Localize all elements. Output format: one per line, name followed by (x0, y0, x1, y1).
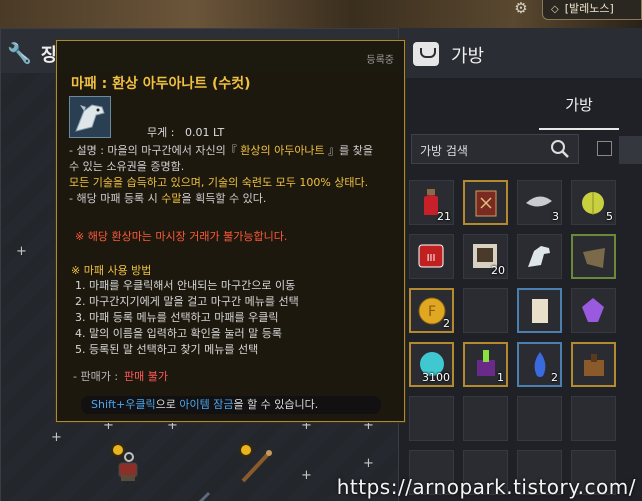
bag-search-placeholder: 가방 검색 (420, 144, 468, 158)
fish-icon (526, 196, 552, 207)
horse-icon (69, 96, 111, 138)
slot-quantity: 1 (497, 371, 504, 384)
gear-icon[interactable]: ⚙ (510, 0, 532, 18)
plus-icon: + (363, 456, 374, 471)
bag-slot[interactable] (571, 288, 616, 333)
weight-label: 무게 : (147, 126, 175, 139)
earring-item[interactable] (105, 443, 149, 487)
slot-quantity: 3100 (422, 371, 450, 384)
bag-slot[interactable] (463, 180, 508, 225)
server-tag: ◇ [발레노스] (542, 0, 642, 20)
usage-title: ※ 마패 사용 방법 (71, 264, 152, 277)
usage-step: 1. 마패를 우클릭해서 안내되는 마구간으로 이동 (75, 279, 296, 292)
knife-item[interactable] (179, 479, 223, 501)
bag-slot[interactable]: 20 (463, 234, 508, 279)
bag-search-input[interactable]: 가방 검색 (411, 134, 579, 164)
bag-filter-checkbox[interactable] (597, 141, 612, 156)
bag-slot[interactable]: 5 (571, 180, 616, 225)
usage-step: 4. 말의 이름을 입력하고 확인을 눌러 말 등록 (75, 327, 283, 340)
bag-slot[interactable]: F2 (409, 288, 454, 333)
item-weight: 무게 : 0.01 LT (147, 124, 224, 140)
watermark: https://arnopark.tistory.com/ (336, 475, 636, 499)
bag-filter-button[interactable] (619, 136, 642, 164)
trade-warning: ※ 해당 환상마는 마시장 거래가 불가능합니다. (75, 230, 288, 243)
bag-slot[interactable] (517, 288, 562, 333)
rank-badge (239, 443, 253, 457)
hint-text: 으로 (155, 398, 180, 411)
weight-value: 0.01 LT (184, 126, 225, 139)
gem-icon (582, 298, 604, 322)
bag-slot[interactable] (571, 342, 616, 387)
book-icon (475, 190, 497, 217)
sell-price-label: - 판매가 : (73, 370, 119, 383)
desc-text: 』를 찾을 (324, 144, 374, 157)
bag-slot[interactable]: 21 (409, 180, 454, 225)
bundle-icon (584, 354, 604, 376)
tab-bag[interactable]: 가방 (539, 90, 619, 130)
svg-text:F: F (428, 304, 436, 320)
horse-icon (528, 246, 550, 267)
diamond-icon: ◇ (551, 4, 559, 15)
slot-quantity: 2 (551, 371, 558, 384)
search-icon[interactable] (550, 139, 570, 159)
desc-text: - 설명 : 마을의 마구간에서 자신의『 (69, 144, 241, 157)
tool-item[interactable] (233, 443, 277, 487)
bag-slot-empty[interactable] (517, 396, 562, 441)
bag-slot[interactable]: III (409, 234, 454, 279)
plus-icon: + (51, 430, 62, 445)
slot-quantity: 2 (443, 317, 450, 330)
bag-slot[interactable] (571, 234, 616, 279)
desc-line: - 해당 마패 등록 시 수말을 획득할 수 있다. (69, 191, 395, 207)
bag-slot[interactable]: 1 (463, 342, 508, 387)
bag-slot-empty[interactable] (409, 396, 454, 441)
bag-slot-empty[interactable] (571, 396, 616, 441)
hint-text: 을 할 수 있습니다. (233, 398, 319, 411)
bag-slot[interactable]: 2 (517, 342, 562, 387)
slot-quantity: 5 (606, 210, 613, 223)
wrench-icon: 🔧 (7, 41, 32, 65)
scroll-red-icon: III (418, 244, 444, 268)
bag-icon (413, 42, 439, 66)
sell-price: - 판매가 : 판매 불가 (73, 368, 168, 384)
fruit-icon (582, 192, 604, 215)
hide-icon (583, 248, 605, 268)
plus-icon: + (16, 244, 27, 259)
paper-icon (532, 299, 548, 323)
desc-line: - 설명 : 마을의 마구간에서 자신의『 환상의 아두아나트 』를 찾을 (69, 143, 395, 159)
usage-step: 2. 마구간지기에게 말을 걸고 마구간 메뉴를 선택 (75, 295, 299, 308)
usage-step: 5. 등록된 말 선택하고 찾기 메뉴를 선택 (75, 343, 259, 356)
desc-text: 을 획득할 수 있다. (181, 192, 267, 205)
item-tooltip: 등록중 마패 : 환상 아두아나트 (수컷) 무게 : 0.01 LT - 설명… (56, 40, 405, 422)
desc-line: 모든 기술을 습득하고 있으며, 기술의 숙련도 모두 100% 상태다. (69, 176, 369, 189)
plus-icon: + (301, 468, 312, 483)
desc-highlight: 수말 (161, 192, 182, 205)
slot-quantity: 21 (437, 210, 451, 223)
bag-slot[interactable] (517, 234, 562, 279)
sell-price-value: 판매 불가 (124, 370, 169, 383)
desc-text: - 해당 마패 등록 시 (69, 192, 162, 205)
registered-label: 등록중 (366, 55, 394, 66)
lock-hint: Shift+우클릭으로 아이템 잠금을 할 수 있습니다. (81, 396, 381, 414)
bag-header: 가방 (399, 28, 642, 78)
desc-line: 수 있는 소유권을 증명함. (69, 160, 185, 173)
server-label: [발레노스] (564, 2, 614, 15)
bag-slot[interactable] (463, 288, 508, 333)
bag-slot[interactable]: 3 (517, 180, 562, 225)
desc-highlight: 환상의 아두아나트 (240, 144, 325, 157)
usage-step: 3. 마패 등록 메뉴를 선택하고 마패를 우클릭 (75, 311, 279, 324)
slot-quantity: 20 (491, 264, 505, 277)
hint-key: Shift+우클릭 (91, 398, 156, 411)
slot-quantity: 3 (552, 210, 559, 223)
bag-slot[interactable]: 3100 (409, 342, 454, 387)
hint-link: 아이템 잠금 (179, 398, 234, 411)
bag-title: 가방 (451, 46, 485, 67)
item-title: 마패 : 환상 아두아나트 (수컷) (71, 76, 251, 92)
svg-text:III: III (427, 253, 436, 264)
usage-steps: 1. 마패를 우클릭해서 안내되는 마구간으로 이동 2. 마구간지기에게 말을 … (75, 278, 299, 358)
rank-badge (111, 443, 125, 457)
bag-slot-empty[interactable] (463, 396, 508, 441)
item-description: - 설명 : 마을의 마구간에서 자신의『 환상의 아두아나트 』를 찾을 수 … (69, 143, 395, 207)
bag-panel: 가방 가방 가방 검색 21 3 5 III 20 F 2 3100 1 2 (398, 28, 642, 501)
